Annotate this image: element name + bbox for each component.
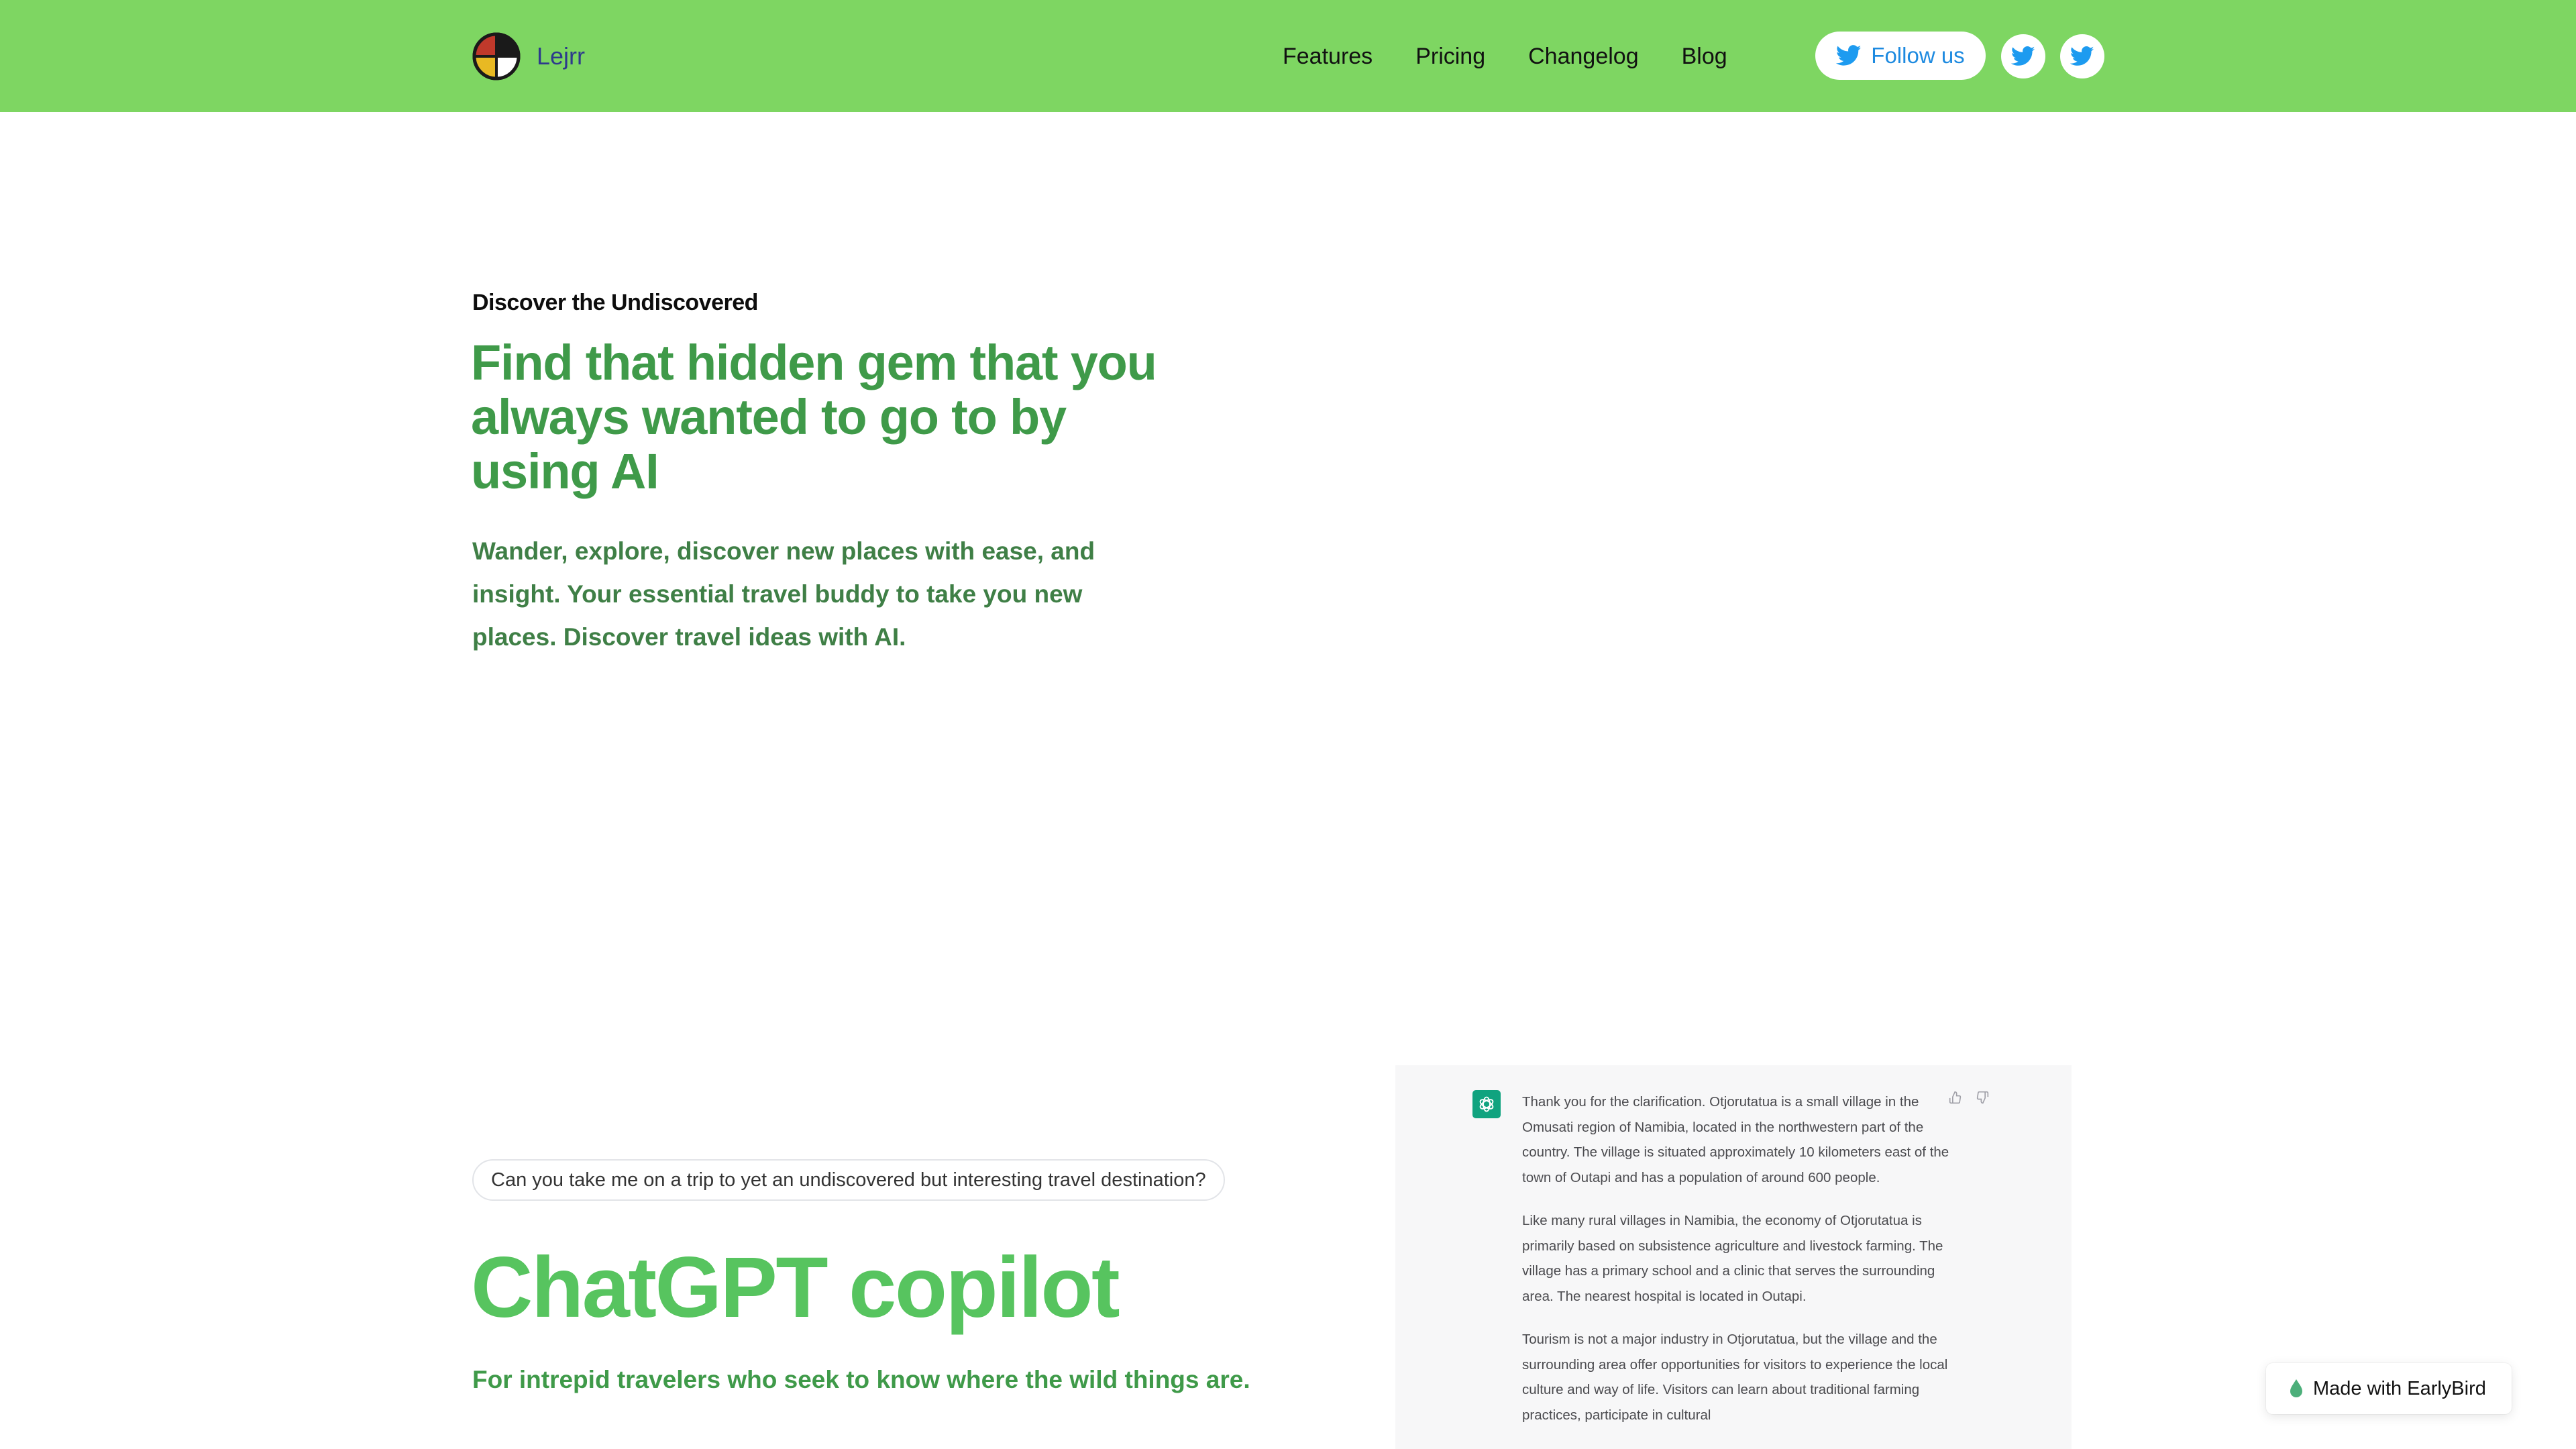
chat-screenshot: Thank you for the clarification. Otjorut… bbox=[1395, 1065, 2072, 1449]
twitter-button[interactable] bbox=[2060, 34, 2104, 78]
hero-subtitle: Wander, explore, discover new places wit… bbox=[472, 537, 1095, 651]
thumbs-up-icon[interactable] bbox=[1947, 1089, 1964, 1106]
nav-features[interactable]: Features bbox=[1283, 39, 1373, 74]
nav-blog[interactable]: Blog bbox=[1682, 39, 1727, 74]
made-with-earlybird-badge[interactable]: Made with EarlyBird bbox=[2266, 1363, 2512, 1414]
brand-name: Lejrr bbox=[537, 42, 586, 70]
copilot-title: ChatGPT copilot bbox=[471, 1240, 1120, 1336]
openai-glyph-icon bbox=[1479, 1096, 1494, 1112]
twitter-icon bbox=[2070, 46, 2094, 66]
example-prompt: Can you take me on a trip to yet an undi… bbox=[472, 1159, 1225, 1201]
thumbs-down-icon[interactable] bbox=[1974, 1089, 1990, 1106]
earlybird-drop-icon bbox=[2290, 1379, 2302, 1397]
twitter-icon bbox=[1836, 45, 1862, 66]
twitter-button[interactable] bbox=[2001, 34, 2045, 78]
brand-logo-icon bbox=[472, 32, 521, 80]
chat-paragraph: Like many rural villages in Namibia, the… bbox=[1522, 1213, 1943, 1304]
nav-changelog[interactable]: Changelog bbox=[1528, 39, 1638, 74]
brand-link[interactable]: Lejrr bbox=[472, 32, 585, 80]
openai-logo-icon bbox=[1472, 1090, 1501, 1118]
badge-label: Made with EarlyBird bbox=[2313, 1377, 2486, 1399]
feedback-buttons bbox=[1947, 1089, 1990, 1106]
copilot-subtitle: For intrepid travelers who seek to know … bbox=[472, 1366, 1250, 1393]
hero-eyebrow: Discover the Undiscovered bbox=[472, 290, 758, 315]
nav-pricing[interactable]: Pricing bbox=[1415, 39, 1485, 74]
main-nav: Features Pricing Changelog Blog bbox=[1283, 39, 1727, 74]
twitter-icon bbox=[2011, 46, 2035, 66]
chat-paragraph: Thank you for the clarification. Otjorut… bbox=[1522, 1094, 1949, 1185]
chat-response: Thank you for the clarification. Otjorut… bbox=[1522, 1089, 1951, 1446]
site-header: Lejrr Features Pricing Changelog Blog Fo… bbox=[0, 0, 2576, 112]
follow-us-button[interactable]: Follow us bbox=[1815, 32, 1986, 80]
hero-title: Find that hidden gem that you always wan… bbox=[471, 335, 1157, 499]
chat-paragraph: Tourism is not a major industry in Otjor… bbox=[1522, 1332, 1948, 1423]
follow-us-label: Follow us bbox=[1871, 43, 1965, 68]
